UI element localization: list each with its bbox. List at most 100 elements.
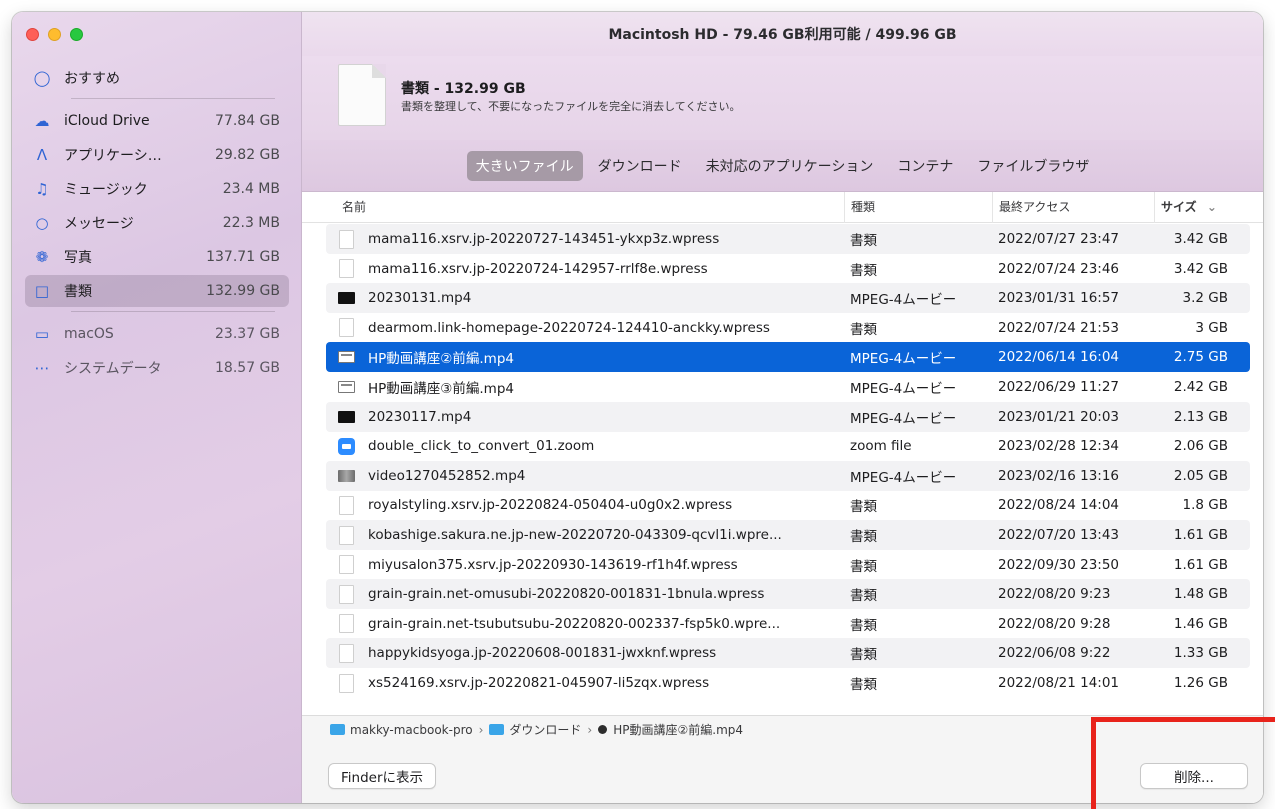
table-row[interactable]: HP動画講座②前編.mp4 MPEG-4ムービー 2022/06/14 16:04 2… xyxy=(326,342,1250,373)
file-kind: 書類 xyxy=(850,529,877,545)
sidebar-item-system-data[interactable]: ⋯ システムデータ 18.57 GB xyxy=(25,352,289,384)
file-name: mama116.xsrv.jp-20220727-143451-ykxp3z.w… xyxy=(368,231,720,247)
sidebar-item-label: システムデータ xyxy=(64,361,162,377)
column-header-last-access[interactable]: 最終アクセス xyxy=(992,192,1070,223)
sidebar-item-messages[interactable]: ○ メッセージ 22.3 MB xyxy=(25,207,289,239)
path-segment-downloads[interactable]: ダウンロード xyxy=(509,721,581,738)
file-name: dearmom.link-homepage-20220724-124410-an… xyxy=(368,319,770,336)
file-last-access: 2023/01/31 16:57 xyxy=(998,290,1120,307)
file-kind: 書類 xyxy=(850,647,877,664)
file-table: mama116.xsrv.jp-20220727-143451-ykxp3z.w… xyxy=(302,223,1263,695)
table-row[interactable]: video1270452852.mp4 MPEG-4ムービー 2023/02/16 … xyxy=(326,460,1250,491)
table-header: 名前 種類 最終アクセス サイズ ⌄ xyxy=(302,192,1263,223)
file-name: xs524169.xsrv.jp-20220821-045907-li5zqx.… xyxy=(368,675,710,691)
sidebar-item-applications[interactable]: Λ アプリケーシ… 29.82 GB xyxy=(25,139,289,171)
file-last-access: 2022/07/20 13:43 xyxy=(998,527,1120,543)
main-panel: Macintosh HD - 79.46 GB利用可能 / 499.96 GB … xyxy=(302,12,1263,803)
table-row[interactable]: 20230117.mp4 MPEG-4ムービー 2023/01/21 20:03 2.… xyxy=(326,401,1250,432)
file-size: 2.75 GB xyxy=(1173,349,1228,366)
sidebar-item-documents[interactable]: □ 書類 132.99 GB xyxy=(25,275,289,307)
table-row[interactable]: miyusalon375.xsrv.jp-20220930-143619-rf1… xyxy=(326,550,1250,580)
file-name: grain-grain.net-tsubutsubu-20220820-0023… xyxy=(368,615,781,632)
sidebar-item-size: 18.57 GB xyxy=(215,360,280,376)
file-last-access: 2022/09/30 23:50 xyxy=(998,556,1120,573)
file-last-access: 2022/07/27 23:47 xyxy=(998,231,1120,247)
file-name-cell: double_click_to_convert_01.zoom xyxy=(338,436,848,456)
table-row[interactable]: dearmom.link-homepage-20220724-124410-an… xyxy=(326,313,1250,343)
video-file-icon xyxy=(338,377,355,397)
file-kind: 書類 xyxy=(850,677,877,693)
path-separator: › xyxy=(587,722,593,737)
file-size: 2.42 GB xyxy=(1173,379,1228,395)
lightbulb-icon: ◯ xyxy=(33,69,51,87)
category-header: 書類 - 132.99 GB 書類を整理して、不要になったファイルを完全に消去し… xyxy=(302,56,1263,140)
close-window-button[interactable] xyxy=(26,28,39,41)
sidebar-item-label: ミュージック xyxy=(64,182,148,198)
file-last-access: 2022/08/20 9:23 xyxy=(998,586,1111,603)
file-name: happykidsyoga.jp-20220608-001831-jwxknf.… xyxy=(368,645,717,662)
path-separator: › xyxy=(478,722,484,737)
tab-unsupported-apps[interactable]: 未対応のアプリケーション xyxy=(697,151,883,181)
tab-containers[interactable]: コンテナ xyxy=(888,151,962,181)
sidebar-item-recommendations[interactable]: ◯ おすすめ xyxy=(25,62,289,94)
file-name: grain-grain.net-omusubi-20220820-001831-… xyxy=(368,586,765,603)
path-segment-file[interactable]: HP動画講座②前編.mp4 xyxy=(613,721,743,738)
table-row[interactable]: double_click_to_convert_01.zoom zoom file… xyxy=(326,431,1250,461)
file-name-cell: mama116.xsrv.jp-20220724-142957-rrlf8e.w… xyxy=(338,259,848,279)
table-row[interactable]: grain-grain.net-omusubi-20220820-001831-… xyxy=(326,579,1250,610)
sidebar-item-icloud-drive[interactable]: ☁ iCloud Drive 77.84 GB xyxy=(25,105,289,137)
path-segment-computer[interactable]: makky-macbook-pro xyxy=(350,723,473,737)
file-kind: 書類 xyxy=(850,588,877,605)
sidebar-item-label: macOS xyxy=(64,326,114,342)
file-last-access: 2022/08/21 14:01 xyxy=(998,675,1120,691)
file-last-access: 2022/07/24 21:53 xyxy=(998,319,1120,336)
table-row[interactable]: mama116.xsrv.jp-20220724-142957-rrlf8e.w… xyxy=(326,254,1250,284)
sidebar-item-size: 137.71 GB xyxy=(206,249,280,265)
file-size: 2.13 GB xyxy=(1173,408,1228,425)
table-row[interactable]: happykidsyoga.jp-20220608-001831-jwxknf.… xyxy=(326,638,1250,669)
file-last-access: 2022/08/24 14:04 xyxy=(998,497,1120,514)
file-name-cell: miyusalon375.xsrv.jp-20220930-143619-rf1… xyxy=(338,555,848,575)
table-row[interactable]: 20230131.mp4 MPEG-4ムービー 2023/01/31 16:57 3.… xyxy=(326,283,1250,314)
file-last-access: 2023/01/21 20:03 xyxy=(998,408,1120,425)
table-row[interactable]: grain-grain.net-tsubutsubu-20220820-0023… xyxy=(326,609,1250,639)
file-size: 1.48 GB xyxy=(1173,586,1228,603)
sidebar-item-size: 23.4 MB xyxy=(222,181,280,197)
file-kind: zoom file xyxy=(850,438,912,455)
column-header-size-label: サイズ xyxy=(1161,200,1197,214)
sidebar-item-label: iCloud Drive xyxy=(64,113,150,129)
delete-button[interactable]: 削除... xyxy=(1140,763,1248,789)
table-row[interactable]: royalstyling.xsrv.jp-20220824-050404-u0g… xyxy=(326,490,1250,520)
sidebar-item-music[interactable]: ♫ ミュージック 23.4 MB xyxy=(25,173,289,205)
window-controls xyxy=(26,28,83,41)
document-file-icon xyxy=(338,64,386,126)
zoom-window-button[interactable] xyxy=(70,28,83,41)
file-name: royalstyling.xsrv.jp-20220824-050404-u0g… xyxy=(368,497,733,514)
table-row[interactable]: xs524169.xsrv.jp-20220821-045907-li5zqx.… xyxy=(326,668,1250,695)
column-header-kind[interactable]: 種類 xyxy=(844,192,875,223)
table-row[interactable]: kobashige.sakura.ne.jp-new-20220720-0433… xyxy=(326,520,1250,550)
video-file-icon xyxy=(338,466,355,486)
file-name-cell: xs524169.xsrv.jp-20220821-045907-li5zqx.… xyxy=(338,673,848,693)
show-in-finder-button[interactable]: Finderに表示 xyxy=(328,763,437,789)
column-header-size[interactable]: サイズ ⌄ xyxy=(1154,192,1244,223)
file-name: video1270452852.mp4 xyxy=(368,467,526,484)
table-row[interactable]: mama116.xsrv.jp-20220727-143451-ykxp3z.w… xyxy=(326,224,1250,254)
file-name: HP動画講座③前編.mp4 xyxy=(368,381,514,397)
file-name: miyusalon375.xsrv.jp-20220930-143619-rf1… xyxy=(368,556,738,573)
message-bubble-icon: ○ xyxy=(35,214,49,232)
sidebar-item-photos[interactable]: ❁ 写真 137.71 GB xyxy=(25,241,289,273)
category-description: 書類を整理して、不要になったファイルを完全に消去してください。 xyxy=(401,100,741,113)
file-name: double_click_to_convert_01.zoom xyxy=(368,438,595,455)
file-last-access: 2023/02/28 12:34 xyxy=(998,438,1120,455)
file-kind: 書類 xyxy=(850,233,877,249)
table-row[interactable]: HP動画講座③前編.mp4 MPEG-4ムービー 2022/06/29 11:27 2… xyxy=(326,372,1250,402)
minimize-window-button[interactable] xyxy=(48,28,61,41)
window-title: Macintosh HD - 79.46 GB利用可能 / 499.96 GB xyxy=(302,12,1263,56)
tab-file-browser[interactable]: ファイルブラウザ xyxy=(968,151,1098,181)
tab-downloads[interactable]: ダウンロード xyxy=(589,151,691,181)
tab-large-files[interactable]: 大きいファイル xyxy=(466,150,583,181)
column-header-name[interactable]: 名前 xyxy=(342,192,366,223)
sidebar-item-macos[interactable]: ▭ macOS 23.37 GB xyxy=(25,318,289,350)
file-kind: MPEG-4ムービー xyxy=(850,351,957,368)
